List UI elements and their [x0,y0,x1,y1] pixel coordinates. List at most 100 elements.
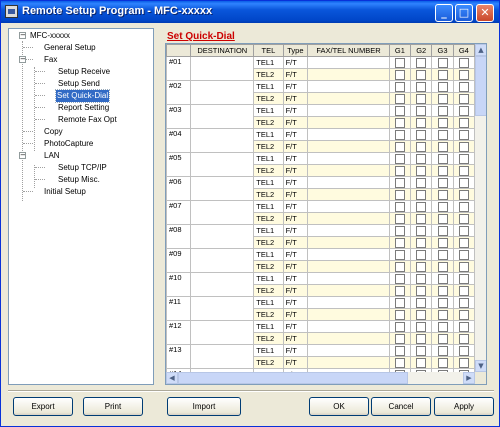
type-cell[interactable]: F/T [282,332,309,345]
tree-item-remote-fax-opt[interactable]: Remote Fax Opt [57,114,118,126]
group-checkbox-g1[interactable] [394,285,405,296]
destination-cell[interactable] [190,296,255,321]
fax-tel-number-cell[interactable] [307,308,390,321]
group-checkbox-g2[interactable] [416,153,427,164]
scroll-up-icon[interactable]: ▲ [475,44,486,56]
type-cell[interactable]: F/T [282,356,309,369]
type-cell[interactable]: F/T [282,284,309,297]
group-checkbox-g2[interactable] [416,213,427,224]
group-checkbox-g3[interactable] [437,261,448,272]
destination-cell[interactable] [190,320,255,345]
minimize-button[interactable]: _ [435,4,453,22]
fax-tel-number-cell[interactable] [307,284,390,297]
group-checkbox-g2[interactable] [416,309,427,320]
fax-tel-number-cell[interactable] [307,224,390,237]
fax-tel-number-cell[interactable] [307,104,390,117]
type-cell[interactable]: F/T [282,116,309,129]
type-cell[interactable]: F/T [282,128,309,141]
tree-item-set-quick-dial[interactable]: Set Quick-Dial [54,89,111,103]
group-checkbox-g1[interactable] [394,129,405,140]
group-checkbox-g2[interactable] [416,129,427,140]
group-checkbox-g1[interactable] [394,165,405,176]
type-cell[interactable]: F/T [282,164,309,177]
ok-button[interactable]: OK [309,397,369,416]
group-checkbox-g1[interactable] [394,213,405,224]
tree-item-setup-misc[interactable]: Setup Misc. [57,174,101,186]
group-checkbox-g1[interactable] [394,69,405,80]
type-cell[interactable]: F/T [282,320,309,333]
horizontal-scroll-thumb[interactable] [178,372,408,384]
type-cell[interactable]: F/T [282,152,309,165]
destination-cell[interactable] [190,152,255,177]
destination-cell[interactable] [190,104,255,129]
group-checkbox-g2[interactable] [416,177,427,188]
group-checkbox-g4[interactable] [458,165,469,176]
group-checkbox-g3[interactable] [437,285,448,296]
group-checkbox-g4[interactable] [458,237,469,248]
group-checkbox-g1[interactable] [394,357,405,368]
title-bar[interactable]: Remote Setup Program - MFC-xxxxx _ □ ✕ [1,1,499,23]
group-checkbox-g3[interactable] [437,297,448,308]
tree-item-fax[interactable]: Fax [43,54,58,66]
group-checkbox-g4[interactable] [458,153,469,164]
fax-tel-number-cell[interactable] [307,260,390,273]
group-checkbox-g3[interactable] [437,177,448,188]
group-checkbox-g1[interactable] [394,189,405,200]
group-checkbox-g2[interactable] [416,357,427,368]
type-cell[interactable]: F/T [282,296,309,309]
fax-tel-number-cell[interactable] [307,356,390,369]
fax-tel-number-cell[interactable] [307,320,390,333]
group-checkbox-g1[interactable] [394,141,405,152]
export-button[interactable]: Export [13,397,73,416]
fax-tel-number-cell[interactable] [307,56,390,69]
col-header-type[interactable]: Type [282,44,309,57]
type-cell[interactable]: F/T [282,212,309,225]
apply-button[interactable]: Apply [434,397,494,416]
group-checkbox-g4[interactable] [458,333,469,344]
group-checkbox-g2[interactable] [416,237,427,248]
maximize-button[interactable]: □ [455,4,473,22]
group-checkbox-g2[interactable] [416,105,427,116]
group-checkbox-g3[interactable] [437,333,448,344]
group-checkbox-g1[interactable] [394,345,405,356]
group-checkbox-g3[interactable] [437,189,448,200]
col-header-g2[interactable]: G2 [410,44,433,57]
group-checkbox-g1[interactable] [394,93,405,104]
type-cell[interactable]: F/T [282,308,309,321]
fax-tel-number-cell[interactable] [307,344,390,357]
import-button[interactable]: Import [167,397,241,416]
group-checkbox-g3[interactable] [437,69,448,80]
group-checkbox-g4[interactable] [458,357,469,368]
group-checkbox-g4[interactable] [458,81,469,92]
group-checkbox-g2[interactable] [416,261,427,272]
group-checkbox-g1[interactable] [394,201,405,212]
tree-item-initial-setup[interactable]: Initial Setup [43,186,87,198]
fax-tel-number-cell[interactable] [307,80,390,93]
fax-tel-number-cell[interactable] [307,248,390,261]
group-checkbox-g3[interactable] [437,105,448,116]
group-checkbox-g1[interactable] [394,117,405,128]
type-cell[interactable]: F/T [282,56,309,69]
type-cell[interactable]: F/T [282,236,309,249]
group-checkbox-g1[interactable] [394,321,405,332]
col-header-fax-tel-number[interactable]: FAX/TEL NUMBER [307,44,390,57]
fax-tel-number-cell[interactable] [307,176,390,189]
group-checkbox-g1[interactable] [394,249,405,260]
destination-cell[interactable] [190,80,255,105]
group-checkbox-g4[interactable] [458,273,469,284]
destination-cell[interactable] [190,200,255,225]
group-checkbox-g4[interactable] [458,309,469,320]
type-cell[interactable]: F/T [282,68,309,81]
tree-item-copy[interactable]: Copy [43,126,64,138]
group-checkbox-g3[interactable] [437,93,448,104]
group-checkbox-g3[interactable] [437,273,448,284]
tree-collapse-icon[interactable]: − [19,152,26,159]
group-checkbox-g2[interactable] [416,201,427,212]
col-header-g4[interactable]: G4 [452,44,475,57]
tree-item-setup-tcpip[interactable]: Setup TCP/IP [57,162,108,174]
col-header-g3[interactable]: G3 [431,44,454,57]
group-checkbox-g3[interactable] [437,213,448,224]
group-checkbox-g2[interactable] [416,249,427,260]
group-checkbox-g2[interactable] [416,81,427,92]
group-checkbox-g2[interactable] [416,345,427,356]
